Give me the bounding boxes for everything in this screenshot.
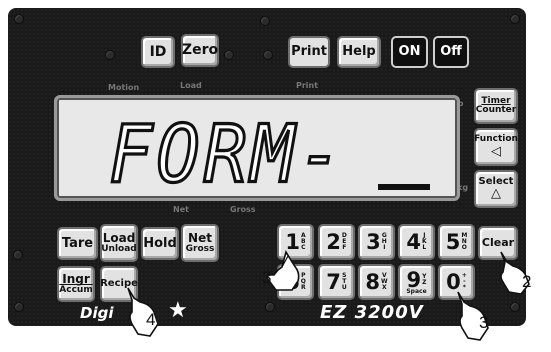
counter-label: Counter bbox=[475, 105, 517, 115]
pointing-hand-icon bbox=[127, 287, 159, 337]
model-name: EZ 3200V bbox=[320, 302, 424, 323]
digit-2: 2 bbox=[326, 229, 341, 254]
load-indicator-label: Load bbox=[180, 81, 202, 90]
numpad-key-3[interactable]: 3 GHI bbox=[358, 224, 395, 260]
tare-label: Tare bbox=[61, 235, 94, 251]
timer-counter-button[interactable]: Timer Counter bbox=[474, 88, 518, 124]
ingr-label: Ingr bbox=[62, 271, 90, 286]
digit-3: 3 bbox=[366, 229, 381, 254]
key-letter: F bbox=[342, 244, 347, 251]
key-letter: O bbox=[461, 244, 467, 251]
hold-button[interactable]: Hold bbox=[141, 227, 179, 260]
help-button-label: Help bbox=[342, 44, 376, 60]
key-letter: X bbox=[381, 284, 387, 291]
net-indicator-label: Net bbox=[173, 205, 189, 214]
off-button[interactable]: Off bbox=[433, 36, 469, 68]
key-letter: U bbox=[341, 284, 347, 291]
screw-icon bbox=[510, 14, 520, 24]
tare-button[interactable]: Tare bbox=[57, 227, 98, 260]
motion-indicator-label: Motion bbox=[108, 83, 140, 92]
load-label: Load bbox=[102, 230, 136, 245]
load-unload-button[interactable]: Load Unload bbox=[100, 224, 138, 262]
numpad-key-9[interactable]: 9 YZ Space bbox=[398, 264, 435, 300]
gross-label: Gross bbox=[185, 243, 215, 254]
gross-indicator-label: Gross bbox=[230, 205, 256, 214]
screw-icon bbox=[263, 50, 273, 60]
hold-label: Hold bbox=[143, 235, 177, 251]
screw-icon bbox=[510, 302, 520, 312]
digit-4: 4 bbox=[406, 229, 421, 254]
numpad-key-8[interactable]: 8 VWX bbox=[358, 264, 395, 300]
id-button-label: ID bbox=[149, 43, 167, 60]
digit-7: 7 bbox=[326, 269, 341, 294]
zero-button[interactable]: Zero bbox=[181, 34, 219, 67]
display-cursor bbox=[378, 184, 430, 190]
off-button-label: Off bbox=[440, 44, 462, 60]
star-icon: ★ bbox=[168, 298, 188, 323]
numpad-key-5[interactable]: 5 MNO bbox=[438, 224, 475, 260]
screw-icon bbox=[14, 302, 24, 312]
print-button[interactable]: Print bbox=[288, 36, 330, 68]
screw-icon bbox=[105, 50, 115, 60]
zero-button-label: Zero bbox=[181, 42, 219, 59]
pointing-hand-icon bbox=[457, 291, 489, 341]
print-button-label: Print bbox=[291, 44, 327, 60]
function-button[interactable]: Function ◁ bbox=[474, 128, 518, 166]
screw-icon bbox=[14, 14, 24, 24]
screw-icon bbox=[13, 250, 23, 260]
on-button-label: ON bbox=[398, 44, 421, 60]
numpad-key-2[interactable]: 2 DEF bbox=[318, 224, 355, 260]
digi-logo-text: Digi bbox=[80, 304, 114, 322]
print-indicator-label: Print bbox=[296, 81, 319, 90]
accum-label: Accum bbox=[59, 284, 93, 295]
screw-icon bbox=[260, 16, 270, 26]
callout-number: 3 bbox=[262, 268, 272, 287]
ingr-accum-button[interactable]: Ingr Accum bbox=[57, 266, 95, 302]
up-arrow-icon: △ bbox=[491, 186, 501, 202]
unload-label: Unload bbox=[101, 243, 137, 254]
digit-5: 5 bbox=[445, 229, 461, 254]
key-letter: L bbox=[422, 244, 427, 251]
key-letter: Z bbox=[422, 278, 427, 286]
callout-number: 4 bbox=[146, 310, 156, 329]
select-button[interactable]: Select △ bbox=[474, 170, 518, 208]
screw-icon bbox=[224, 50, 234, 60]
digit-8: 8 bbox=[365, 269, 380, 294]
numpad-key-4[interactable]: 4 JKL bbox=[398, 224, 435, 260]
net-label: Net bbox=[188, 230, 212, 245]
left-arrow-icon: ◁ bbox=[491, 143, 501, 159]
display-readout: FORM- bbox=[108, 107, 346, 201]
key-letter: I bbox=[383, 244, 386, 251]
digi-logo: Digi bbox=[80, 304, 113, 322]
help-button[interactable]: Help bbox=[337, 36, 381, 68]
callout-number: 2 bbox=[522, 272, 532, 291]
numpad-key-7[interactable]: 7 STU bbox=[318, 264, 355, 300]
callout-number: 3 bbox=[479, 313, 489, 332]
net-gross-button[interactable]: Net Gross bbox=[181, 224, 219, 262]
on-button[interactable]: ON bbox=[391, 36, 428, 68]
space-label: Space bbox=[406, 287, 427, 295]
id-button[interactable]: ID bbox=[141, 36, 175, 68]
lcd-display: FORM- bbox=[54, 95, 460, 201]
screw-icon bbox=[265, 302, 275, 312]
pointing-hand-icon bbox=[500, 251, 530, 295]
